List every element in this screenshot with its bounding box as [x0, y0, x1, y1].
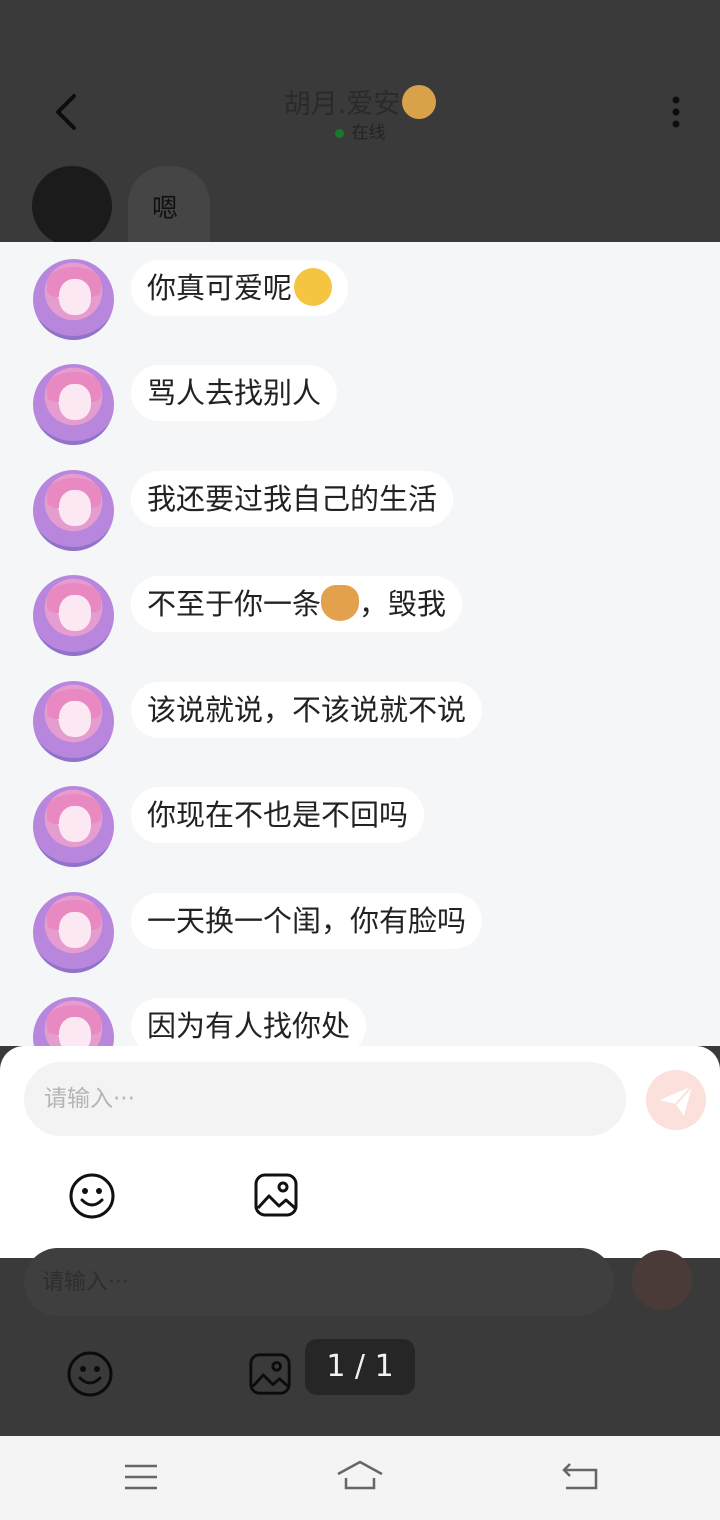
send-icon — [660, 1085, 693, 1116]
message-text: 骂人去找别人 — [147, 376, 322, 410]
avatar-face — [59, 912, 91, 948]
message-bubble[interactable]: 骂人去找别人 — [131, 365, 338, 421]
avatar-face — [59, 701, 91, 737]
contact-name[interactable]: 胡月.爱安 — [284, 82, 437, 121]
message-text: 一天换一个闺，你有脸吗 — [147, 904, 467, 938]
message-input[interactable] — [24, 1062, 626, 1136]
avatar-face — [59, 806, 91, 842]
sender-avatar[interactable] — [33, 470, 114, 551]
online-status: 在线 — [0, 118, 720, 143]
message-bubble[interactable]: 你真可爱呢 — [131, 260, 349, 316]
background-image-icon — [249, 1353, 291, 1395]
emoji-icon[interactable] — [68, 1172, 116, 1220]
message-row: 不至于你一条 ，毁我 — [0, 558, 720, 656]
sender-avatar[interactable] — [33, 892, 114, 973]
sender-avatar[interactable] — [33, 681, 114, 762]
background-input: 请输入··· — [24, 1248, 614, 1316]
message-bubble[interactable]: 一天换一个闺，你有脸吗 — [131, 893, 483, 949]
chat-title-wrap: 胡月.爱安 — [0, 82, 720, 121]
sender-avatar[interactable] — [33, 575, 114, 656]
message-text: 你现在不也是不回吗 — [147, 798, 409, 832]
avatar-face — [59, 279, 91, 315]
message-text: 你真可爱呢 — [147, 271, 293, 305]
message-row: 骂人去找别人 — [0, 347, 720, 445]
background-message-text: 嗯 — [152, 194, 179, 224]
dog-emoji-icon — [321, 585, 360, 621]
sender-avatar[interactable] — [33, 786, 114, 867]
composer-sheet — [0, 1046, 720, 1258]
back-icon[interactable] — [560, 1462, 600, 1492]
message-row: 该说就说，不该说就不说 — [0, 664, 720, 762]
sender-avatar[interactable] — [33, 259, 114, 340]
message-bubble[interactable]: 你现在不也是不回吗 — [131, 787, 425, 843]
grin-emoji-icon — [294, 268, 333, 306]
message-bubble[interactable]: 因为有人找你处 — [131, 998, 367, 1046]
message-bubble[interactable]: 我还要过我自己的生活 — [131, 471, 454, 527]
message-bubble[interactable]: 不至于你一条 ，毁我 — [131, 576, 463, 632]
avatar-face — [59, 490, 91, 526]
menu-icon[interactable] — [123, 1462, 159, 1492]
background-message-bubble: 嗯 — [128, 166, 210, 242]
message-list[interactable]: 你真可爱呢 骂人去找别人 我还要过我自己的生活 不至于你一条 ，毁我 该说就说，不… — [0, 242, 720, 1046]
heart-eyes-emoji-icon — [402, 84, 437, 119]
send-button[interactable] — [646, 1070, 706, 1130]
background-send-icon — [632, 1250, 692, 1310]
sender-avatar[interactable] — [33, 364, 114, 445]
message-text: 不至于你一条 — [147, 587, 322, 621]
message-text: 我还要过我自己的生活 — [147, 482, 438, 516]
message-row: 你现在不也是不回吗 — [0, 769, 720, 867]
more-options-icon[interactable] — [664, 94, 688, 134]
page-counter: 1 / 1 — [305, 1339, 415, 1395]
message-row: 因为有人找你处 — [0, 980, 720, 1046]
background-emoji-icon — [67, 1351, 113, 1397]
contact-name-text: 胡月.爱安 — [283, 89, 401, 120]
message-text: 因为有人找你处 — [147, 1009, 351, 1043]
message-text-suffix: ，毁我 — [359, 587, 447, 621]
message-text: 该说就说，不该说就不说 — [147, 693, 467, 727]
online-status-text: 在线 — [351, 123, 386, 143]
message-row: 一天换一个闺，你有脸吗 — [0, 875, 720, 973]
message-row: 我还要过我自己的生活 — [0, 453, 720, 551]
sender-avatar[interactable] — [33, 997, 114, 1046]
contact-avatar[interactable] — [32, 166, 112, 246]
avatar-face — [59, 595, 91, 631]
online-dot-icon — [334, 128, 344, 138]
background-input-placeholder: 请输入··· — [42, 1270, 129, 1295]
image-icon[interactable] — [253, 1172, 299, 1218]
avatar-face — [59, 1017, 91, 1046]
home-icon[interactable] — [336, 1458, 384, 1494]
avatar-face — [59, 384, 91, 420]
message-bubble[interactable]: 该说就说，不该说就不说 — [131, 682, 483, 738]
message-row: 你真可爱呢 — [0, 242, 720, 340]
system-navbar — [0, 1436, 720, 1520]
